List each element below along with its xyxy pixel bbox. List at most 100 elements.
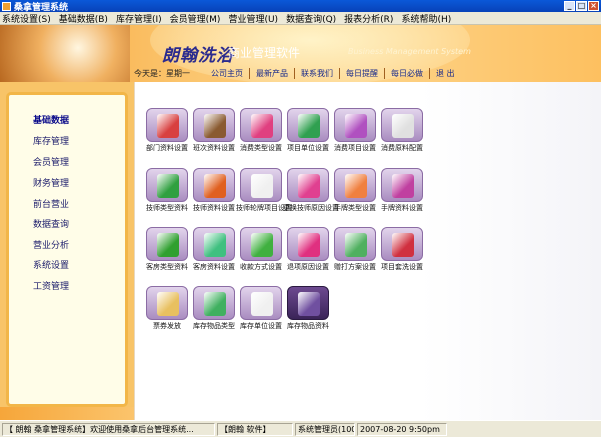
tile-label: 技师资料设置 bbox=[193, 204, 235, 212]
menu-business[interactable]: 营业管理(U) bbox=[228, 12, 278, 25]
tile-icon bbox=[240, 108, 282, 142]
sidebar-item-basic-data[interactable]: 基础数据 bbox=[33, 113, 69, 126]
function-tile[interactable]: 手牌资料设置 bbox=[377, 168, 427, 212]
tile-icon bbox=[334, 168, 376, 202]
function-tile[interactable]: 技师类型资料 bbox=[142, 168, 192, 212]
tile-icon bbox=[334, 108, 376, 142]
sidebar-item-front-desk[interactable]: 前台营业 bbox=[33, 197, 69, 210]
menu-system-settings[interactable]: 系统设置(S) bbox=[2, 12, 51, 25]
tile-glyph-icon bbox=[204, 292, 226, 316]
tile-icon bbox=[146, 108, 188, 142]
tile-icon bbox=[240, 227, 282, 261]
sidebar-item-payroll[interactable]: 工资管理 bbox=[33, 279, 69, 292]
tile-label: 更换技师原因设置 bbox=[283, 204, 339, 212]
status-company: 【朗翰 软件】 bbox=[217, 422, 293, 436]
tile-glyph-icon bbox=[251, 114, 273, 138]
nav-daily-reminder[interactable]: 每日提醒 bbox=[340, 68, 385, 79]
tile-glyph-icon bbox=[345, 114, 367, 138]
menu-members[interactable]: 会员管理(M) bbox=[170, 12, 221, 25]
tile-glyph-icon bbox=[204, 174, 226, 198]
function-tile[interactable]: 库存物品资料 bbox=[283, 286, 333, 330]
tile-label: 消费原料配置 bbox=[381, 144, 423, 152]
tile-label: 项目单位设置 bbox=[287, 144, 329, 152]
function-tile[interactable]: 技师资料设置 bbox=[189, 168, 239, 212]
sidebar-item-analysis[interactable]: 营业分析 bbox=[33, 238, 69, 251]
menu-help[interactable]: 系统帮助(H) bbox=[401, 12, 451, 25]
tile-label: 手牌类型设置 bbox=[334, 204, 376, 212]
sidebar-item-members[interactable]: 会员管理 bbox=[33, 155, 69, 168]
sidebar-item-finance[interactable]: 财务管理 bbox=[33, 176, 69, 189]
tile-icon bbox=[193, 286, 235, 320]
function-tile[interactable]: 部门资料设置 bbox=[142, 108, 192, 152]
main-fade bbox=[421, 82, 601, 420]
sidebar: 基础数据 库存管理 会员管理 财务管理 前台营业 数据查询 营业分析 系统设置 … bbox=[6, 92, 128, 407]
function-tile[interactable]: 赠打方案设置 bbox=[330, 227, 380, 271]
tile-glyph-icon bbox=[204, 114, 226, 138]
tile-icon bbox=[193, 108, 235, 142]
function-tile[interactable]: 客房类型资料 bbox=[142, 227, 192, 271]
tile-label: 赠打方案设置 bbox=[334, 263, 376, 271]
function-tile[interactable]: 项目套洗设置 bbox=[377, 227, 427, 271]
tile-icon bbox=[287, 286, 329, 320]
function-tile[interactable]: 消费原料配置 bbox=[377, 108, 427, 152]
tile-icon bbox=[334, 227, 376, 261]
function-tile[interactable]: 库存物品类型 bbox=[189, 286, 239, 330]
nav-home[interactable]: 公司主页 bbox=[205, 68, 250, 79]
function-tile[interactable]: 票券发放 bbox=[142, 286, 192, 330]
brand-logo: 朗翰洗浴 bbox=[162, 46, 234, 66]
tile-label: 库存物品类型 bbox=[193, 322, 235, 330]
function-tile[interactable]: 库存单位设置 bbox=[236, 286, 286, 330]
function-tile[interactable]: 收款方式设置 bbox=[236, 227, 286, 271]
tile-glyph-icon bbox=[392, 233, 414, 257]
function-tile[interactable]: 班次资料设置 bbox=[189, 108, 239, 152]
tile-glyph-icon bbox=[157, 174, 179, 198]
tile-glyph-icon bbox=[251, 233, 273, 257]
tile-glyph-icon bbox=[345, 174, 367, 198]
close-button[interactable]: × bbox=[588, 1, 599, 11]
tile-icon bbox=[287, 108, 329, 142]
function-tile[interactable]: 退项原因设置 bbox=[283, 227, 333, 271]
top-nav: 公司主页 最新产品 联系我们 每日提醒 每日必做 退 出 bbox=[205, 68, 461, 79]
function-tile[interactable]: 消费类型设置 bbox=[236, 108, 286, 152]
function-tile[interactable]: 技师轮牌项目设置 bbox=[236, 168, 292, 212]
menu-reports[interactable]: 报表分析(R) bbox=[344, 12, 393, 25]
sidebar-item-inventory[interactable]: 库存管理 bbox=[33, 134, 69, 147]
tile-icon bbox=[193, 168, 235, 202]
tile-icon bbox=[193, 227, 235, 261]
menu-inventory[interactable]: 库存管理(I) bbox=[116, 12, 162, 25]
function-tile[interactable]: 项目单位设置 bbox=[283, 108, 333, 152]
tile-icon bbox=[381, 168, 423, 202]
nav-products[interactable]: 最新产品 bbox=[250, 68, 295, 79]
tile-label: 部门资料设置 bbox=[146, 144, 188, 152]
menu-query[interactable]: 数据查询(Q) bbox=[286, 12, 336, 25]
maximize-button[interactable]: □ bbox=[576, 1, 587, 11]
tile-label: 技师轮牌项目设置 bbox=[236, 204, 292, 212]
menu-bar: 系统设置(S) 基础数据(B) 库存管理(I) 会员管理(M) 营业管理(U) … bbox=[0, 12, 601, 25]
today-label: 今天是：星期一 bbox=[134, 69, 190, 78]
tile-label: 手牌资料设置 bbox=[381, 204, 423, 212]
tile-icon bbox=[287, 227, 329, 261]
tile-icon bbox=[240, 168, 282, 202]
sidebar-base bbox=[0, 407, 134, 420]
nav-contact[interactable]: 联系我们 bbox=[295, 68, 340, 79]
tile-label: 退项原因设置 bbox=[287, 263, 329, 271]
banner-subtitle: 商业管理软件 bbox=[228, 46, 301, 60]
function-tile[interactable]: 客房资料设置 bbox=[189, 227, 239, 271]
tile-label: 项目套洗设置 bbox=[381, 263, 423, 271]
status-user: 系统管理员(1001) bbox=[295, 422, 355, 436]
function-tile[interactable]: 消费项目设置 bbox=[330, 108, 380, 152]
tile-label: 消费类型设置 bbox=[240, 144, 282, 152]
minimize-button[interactable]: _ bbox=[564, 1, 575, 11]
status-time: 2007-08-20 9:50pm bbox=[357, 422, 447, 436]
banner-english: Business Management System bbox=[348, 47, 471, 56]
nav-exit[interactable]: 退 出 bbox=[430, 68, 461, 79]
sidebar-item-query[interactable]: 数据查询 bbox=[33, 217, 69, 230]
sidebar-item-settings[interactable]: 系统设置 bbox=[33, 258, 69, 271]
menu-basic-data[interactable]: 基础数据(B) bbox=[59, 12, 108, 25]
tile-glyph-icon bbox=[251, 174, 273, 198]
title-bar: 桑拿管理系统 _ □ × bbox=[0, 0, 601, 13]
tile-glyph-icon bbox=[204, 233, 226, 257]
function-tile[interactable]: 更换技师原因设置 bbox=[283, 168, 339, 212]
function-tile[interactable]: 手牌类型设置 bbox=[330, 168, 380, 212]
nav-daily-todo[interactable]: 每日必做 bbox=[385, 68, 430, 79]
